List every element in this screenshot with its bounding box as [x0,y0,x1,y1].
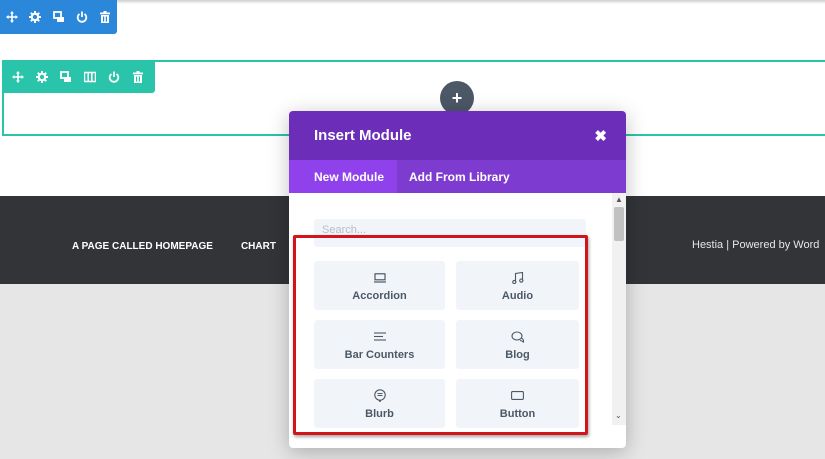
scroll-down-icon[interactable]: ⌄ [615,411,622,420]
move-icon[interactable] [6,60,30,93]
tab-add-from-library[interactable]: Add From Library [397,160,523,193]
accordion-icon [373,270,386,286]
plus-icon: + [451,87,463,108]
button-icon [511,388,524,404]
module-audio[interactable]: Audio [456,261,579,310]
duplicate-icon[interactable] [54,60,78,93]
gear-icon[interactable] [23,0,46,34]
trash-icon[interactable] [126,60,150,93]
modal-body: Search... ▲ ⌄ Accordion Audio Bar Counte… [289,193,626,448]
row-toolbar [2,60,155,93]
footer-credit: Hestia | Powered by Word [692,239,820,251]
add-module-button[interactable]: + [440,81,474,115]
top-shadow [0,0,825,4]
modal-header: Insert Module ✖ [289,111,626,160]
search-input[interactable]: Search... [314,219,586,247]
footer-link-homepage[interactable]: A PAGE CALLED HOMEPAGE [72,241,213,252]
footer-nav: A PAGE CALLED HOMEPAGE CHART [72,241,276,252]
module-label: Blurb [365,407,394,420]
module-label: Button [499,407,536,420]
module-grid: Accordion Audio Bar Counters Blog Blurb … [314,261,580,428]
module-blurb[interactable]: Blurb [314,379,445,428]
module-bar-counters[interactable]: Bar Counters [314,320,445,369]
columns-icon[interactable] [78,60,102,93]
trash-icon[interactable] [94,0,117,34]
chat-bubbles-icon [510,329,525,345]
module-button[interactable]: Button [456,379,579,428]
scroll-up-icon[interactable]: ▲ [615,195,623,204]
scrollbar-thumb[interactable] [614,207,624,241]
insert-module-modal: Insert Module ✖ New Module Add From Libr… [289,111,626,448]
module-accordion[interactable]: Accordion [314,261,445,310]
modal-title: Insert Module [314,127,412,144]
module-label: Bar Counters [344,348,415,361]
move-icon[interactable] [0,0,23,34]
modal-tabs: New Module Add From Library [289,160,626,193]
section-toolbar [0,0,117,34]
tab-new-module[interactable]: New Module [289,160,398,193]
speech-bubble-icon [373,388,386,404]
power-icon[interactable] [70,0,93,34]
power-icon[interactable] [102,60,126,93]
gear-icon[interactable] [30,60,54,93]
close-icon[interactable]: ✖ [594,127,607,145]
bar-counters-icon [373,329,386,345]
music-note-icon [511,270,524,286]
module-label: Audio [501,289,534,302]
module-blog[interactable]: Blog [456,320,579,369]
module-label: Blog [505,348,530,361]
module-label: Accordion [352,289,407,302]
footer-link-chart[interactable]: CHART [241,241,276,252]
duplicate-icon[interactable] [47,0,70,34]
